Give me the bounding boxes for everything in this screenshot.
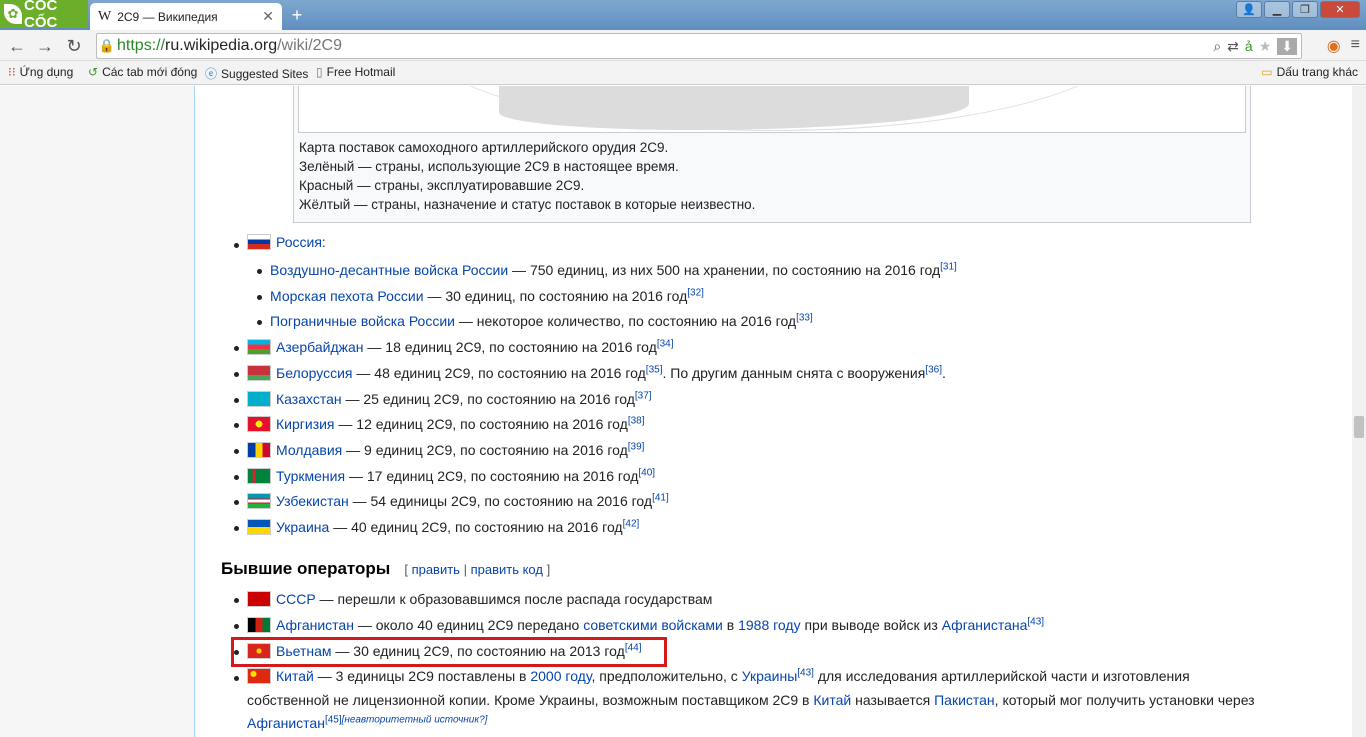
flag-china-icon	[247, 668, 271, 684]
toolbar-right: ◉ ≡	[1327, 36, 1360, 56]
back-button[interactable]: ←	[5, 34, 29, 58]
coccoc-menu-icon[interactable]: ◉	[1327, 36, 1341, 56]
list-item-china: Китай — 3 единицы 2С9 поставлены в 2000 …	[247, 666, 1190, 686]
list-item-belarus: Белоруссия — 48 единиц 2С9, по состоянию…	[247, 363, 946, 383]
profile-icon[interactable]: 👤	[1236, 1, 1262, 18]
bookmark-star-icon[interactable]: ★	[1259, 38, 1272, 55]
list-item-russia-vdv: Воздушно-десантные войска России — 750 е…	[270, 261, 957, 278]
edit-code-link[interactable]: править код	[471, 562, 543, 577]
page-scrollbar[interactable]	[1352, 86, 1366, 737]
close-window-button[interactable]: ✕	[1320, 1, 1360, 18]
flag-russia-icon	[247, 234, 271, 250]
lock-icon: 🔒	[98, 38, 116, 53]
apps-grid-icon: ⁝⁝	[8, 65, 16, 79]
flag-kazakhstan-icon	[247, 391, 271, 407]
page-viewport: Карта поставок самоходного артиллерийско…	[0, 86, 1352, 737]
bookmark-suggested-sites[interactable]: ⓔ Suggested Sites	[205, 65, 308, 82]
flag-uzbekistan-icon	[247, 493, 271, 509]
map-thumbnail: Карта поставок самоходного артиллерийско…	[293, 86, 1251, 223]
highlight-box	[231, 637, 667, 667]
spell-icon[interactable]: ả	[1245, 38, 1253, 55]
address-bar[interactable]: 🔒 https://ru.wikipedia.org/wiki/2C9 ⌕ ⇄ …	[96, 33, 1302, 59]
link-russia[interactable]: Россия	[276, 234, 322, 250]
list-item-ussr: СССР — перешли к образовавшимся после ра…	[247, 589, 712, 609]
window-controls: 👤 ▁ ❐ ✕	[1236, 1, 1360, 18]
new-tab-button[interactable]: +	[286, 5, 308, 25]
edit-link[interactable]: править	[412, 562, 460, 577]
history-icon: ↺	[88, 65, 99, 79]
list-item-russia-marines: Морская пехота России — 30 единиц, по со…	[270, 287, 704, 304]
list-item-moldova: Молдавия — 9 единиц 2С9, по состоянию на…	[247, 440, 644, 460]
download-icon[interactable]: ⬇	[1277, 37, 1297, 55]
unreliable-source-note[interactable]: [неавторитетный источник?]	[342, 714, 488, 725]
article-content: Карта поставок самоходного артиллерийско…	[194, 86, 1352, 737]
browser-toolbar: ← → ↻ 🔒 https://ru.wikipedia.org/wiki/2C…	[0, 30, 1366, 61]
bookmark-free-hotmail[interactable]: ▯ Free Hotmail	[316, 65, 395, 79]
list-item-kazakhstan: Казахстан — 25 единиц 2С9, по состоянию …	[247, 389, 652, 409]
flag-belarus-icon	[247, 365, 271, 381]
minimize-button[interactable]: ▁	[1264, 1, 1290, 18]
list-item-afghanistan: Афганистан — около 40 единиц 2С9 передан…	[247, 615, 1044, 635]
reload-button[interactable]: ↻	[62, 34, 86, 58]
list-item-azerbaijan: Азербайджан — 18 единиц 2С9, по состояни…	[247, 337, 674, 357]
list-item-russia: Россия:	[247, 232, 326, 252]
translate-icon[interactable]: ⇄	[1227, 38, 1239, 55]
ie-icon: ⓔ	[205, 67, 218, 81]
list-item-kyrgyzstan: Киргизия — 12 единиц 2С9, по состоянию н…	[247, 414, 645, 434]
list-item-china-line3: Афганистан[45][неавторитетный источник?]	[247, 714, 488, 731]
list-item-turkmenistan: Туркмения — 17 единиц 2С9, по состоянию …	[247, 466, 655, 486]
bookmark-other-folder[interactable]: ▭ Dấu trang khác	[1261, 65, 1358, 79]
url-text[interactable]: https://ru.wikipedia.org/wiki/2C9	[117, 37, 342, 55]
supply-map-image[interactable]	[298, 86, 1246, 133]
flag-azerbaijan-icon	[247, 339, 271, 355]
settings-menu-icon[interactable]: ≡	[1351, 36, 1360, 56]
restore-button[interactable]: ❐	[1292, 1, 1318, 18]
bookmark-recent-tabs[interactable]: ↺ Các tab mới đóng	[88, 65, 197, 79]
logo-text: CỐC CỐC	[24, 0, 58, 31]
bookmark-apps[interactable]: ⁝⁝ Ứng dụng	[8, 65, 73, 79]
flag-ussr-icon	[247, 591, 271, 607]
folder-icon: ▭	[1261, 65, 1273, 79]
map-caption: Карта поставок самоходного артиллерийско…	[299, 140, 756, 212]
list-item-uzbekistan: Узбекистан — 54 единицы 2С9, по состояни…	[247, 491, 669, 511]
tab-active[interactable]: W 2С9 — Википедия ✕	[90, 3, 282, 30]
flag-turkmenistan-icon	[247, 468, 271, 484]
section-heading-former-operators: Бывшие операторы[ править | править код …	[221, 559, 551, 578]
scrollbar-thumb[interactable]	[1354, 416, 1364, 438]
section-edit-links: [ править | править код ]	[404, 562, 551, 577]
flag-kyrgyzstan-icon	[247, 416, 271, 432]
tab-bar: ✿ CỐC CỐC W 2С9 — Википедия ✕ + 👤 ▁ ❐ ✕	[0, 0, 1366, 31]
coccoc-leaf-icon: ✿	[4, 4, 23, 24]
list-item-ukraine: Украина — 40 единиц 2С9, по состоянию на…	[247, 517, 639, 537]
forward-button[interactable]: →	[33, 34, 57, 58]
wikipedia-favicon-icon: W	[98, 8, 112, 24]
flag-ukraine-icon	[247, 519, 271, 535]
page-icon: ▯	[316, 65, 323, 79]
zoom-icon[interactable]: ⌕	[1213, 38, 1221, 55]
tab-close-icon[interactable]: ✕	[262, 8, 274, 25]
list-item-russia-border: Пограничные войска России — некоторое ко…	[270, 312, 813, 329]
address-bar-tools: ⌕ ⇄ ả ★ ⬇	[1213, 37, 1301, 55]
list-item-china-line2: собственной не лицензионной копии. Кроме…	[247, 692, 1255, 708]
flag-afghanistan-icon	[247, 617, 271, 633]
flag-moldova-icon	[247, 442, 271, 458]
coccoc-logo[interactable]: ✿ CỐC CỐC	[0, 0, 88, 31]
tab-title: 2С9 — Википедия	[117, 9, 218, 24]
bookmarks-bar: ⁝⁝ Ứng dụng ↺ Các tab mới đóng ⓔ Suggest…	[0, 61, 1366, 85]
